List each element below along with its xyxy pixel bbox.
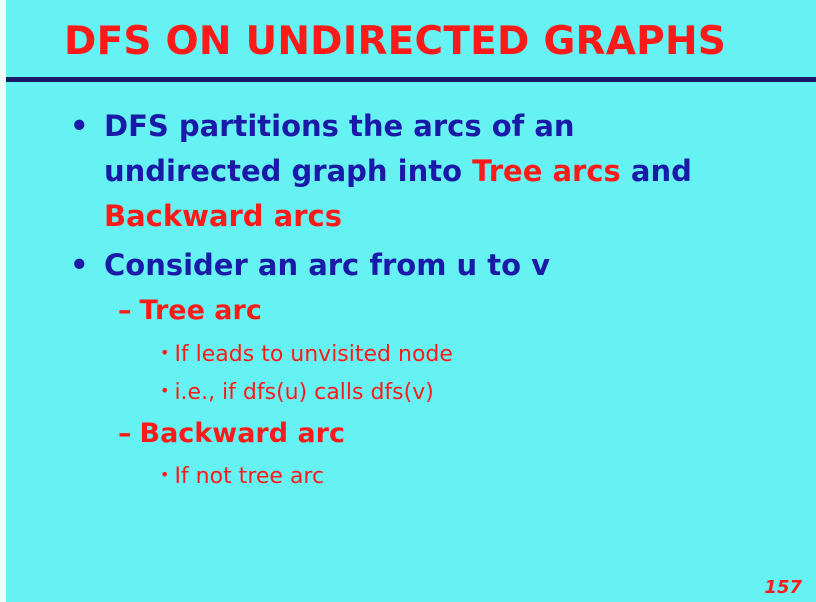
bullet-text: Consider an arc from u to v bbox=[104, 248, 551, 282]
point-text: i.e., if dfs(u) calls dfs(v) bbox=[174, 380, 434, 405]
point-text: If not tree arc bbox=[174, 464, 325, 489]
bullet-dot: • bbox=[160, 465, 170, 484]
slide: DFS ON UNDIRECTED GRAPHS • DFS partition… bbox=[0, 0, 816, 602]
title-underline-rule bbox=[6, 77, 816, 82]
slide-left-edge bbox=[0, 0, 6, 602]
bullet-dot: • bbox=[160, 343, 170, 362]
bullet-text: undirected graph into bbox=[104, 154, 473, 188]
bullet-dot: • bbox=[160, 381, 170, 400]
point-not-tree-arc: • If not tree arc bbox=[160, 460, 324, 492]
bullet-text: DFS partitions the arcs of an bbox=[104, 109, 575, 143]
subitem-backward-arc: – Backward arc bbox=[118, 416, 345, 452]
point-dfs-calls: • i.e., if dfs(u) calls dfs(v) bbox=[160, 376, 434, 408]
subitem-label: Backward arc bbox=[139, 418, 346, 449]
highlight-backward-arcs: Backward arcs bbox=[104, 199, 342, 233]
highlight-tree-arcs: Tree arcs bbox=[472, 154, 621, 188]
bullet-line-1: DFS partitions the arcs of an bbox=[104, 104, 794, 149]
dash-marker: – bbox=[118, 295, 132, 326]
page-number: 157 bbox=[764, 577, 802, 598]
dash-marker: – bbox=[118, 418, 132, 449]
slide-title: DFS ON UNDIRECTED GRAPHS bbox=[64, 19, 727, 64]
subitem-label: Tree arc bbox=[139, 295, 262, 326]
bullet-consider-arc: • Consider an arc from u to v bbox=[70, 243, 794, 288]
bullet-dfs-partitions: • DFS partitions the arcs of an undirect… bbox=[70, 104, 794, 239]
bullet-text: and bbox=[620, 154, 692, 188]
point-unvisited-node: • If leads to unvisited node bbox=[160, 338, 453, 370]
bullet-line-2: undirected graph into Tree arcs and bbox=[104, 149, 794, 194]
bullet-dot: • bbox=[70, 248, 89, 282]
subitem-tree-arc: – Tree arc bbox=[118, 293, 262, 329]
point-text: If leads to unvisited node bbox=[174, 342, 453, 367]
bullet-dot: • bbox=[70, 109, 89, 143]
